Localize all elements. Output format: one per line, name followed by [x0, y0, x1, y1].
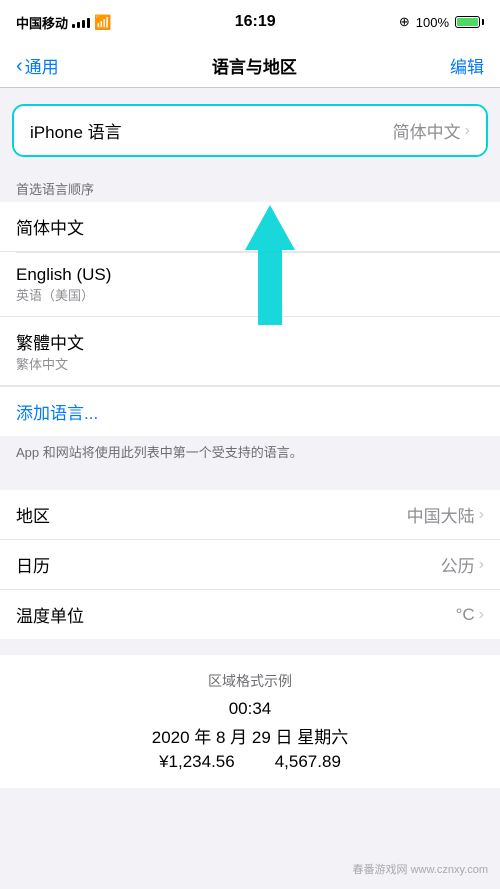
- iphone-language-value: 简体中文: [393, 118, 461, 143]
- wifi-icon: 📶: [94, 14, 111, 31]
- carrier-label: 中国移动: [16, 13, 68, 32]
- page-title: 语言与地区: [212, 53, 297, 78]
- temperature-chevron-icon: ›: [479, 606, 484, 624]
- region-value-group: 中国大陆 ›: [407, 502, 484, 527]
- lang-item-2-secondary: 英语（美国）: [16, 285, 111, 304]
- lang-item-2-primary: English (US): [16, 265, 111, 285]
- battery-tip: [482, 19, 484, 25]
- status-left: 中国移动 📶: [16, 13, 111, 32]
- add-language-row[interactable]: 添加语言...: [0, 386, 500, 436]
- add-language-label: 添加语言...: [16, 404, 98, 423]
- battery-icon: [455, 16, 484, 28]
- lang-item-3-content: 繁體中文 繁体中文: [16, 329, 84, 373]
- calendar-row[interactable]: 日历 公历 ›: [0, 540, 500, 590]
- region-settings-section: 地区 中国大陆 › 日历 公历 › 温度单位 °C ›: [0, 490, 500, 639]
- lang-item-3[interactable]: 繁體中文 繁体中文: [0, 317, 500, 386]
- temperature-value: °C: [456, 605, 475, 625]
- region-label: 地区: [16, 502, 50, 527]
- back-chevron-icon: ‹: [16, 56, 23, 76]
- watermark: 春番游戏网 www.cznxy.com: [353, 861, 488, 877]
- calendar-value-group: 公历 ›: [441, 552, 484, 577]
- signal-bar-1: [72, 24, 75, 28]
- lang-item-1[interactable]: 简体中文: [0, 202, 500, 252]
- nav-bar: ‹ 通用 语言与地区 编辑: [0, 44, 500, 88]
- signal-bar-2: [77, 22, 80, 28]
- iphone-language-label: iPhone 语言: [30, 118, 122, 143]
- format-number-2: 4,567.89: [275, 752, 341, 772]
- lang-item-2[interactable]: English (US) 英语（美国）: [0, 253, 500, 317]
- region-value: 中国大陆: [407, 502, 475, 527]
- preferred-lang-section-label: 首选语言顺序: [0, 173, 500, 202]
- signal-bar-3: [82, 20, 85, 28]
- charge-icon: ⊕: [399, 14, 410, 30]
- status-right: ⊕ 100%: [399, 14, 484, 30]
- calendar-chevron-icon: ›: [479, 556, 484, 574]
- back-button[interactable]: ‹ 通用: [16, 53, 59, 78]
- calendar-value: 公历: [441, 552, 475, 577]
- format-example-time: 00:34: [16, 699, 484, 719]
- lang-item-1-content: 简体中文: [16, 214, 84, 239]
- format-number-1: ¥1,234.56: [159, 752, 235, 772]
- preferred-lang-info: App 和网站将使用此列表中第一个受支持的语言。: [0, 436, 500, 474]
- iphone-language-card[interactable]: iPhone 语言 简体中文 ›: [12, 104, 488, 157]
- lang-item-2-content: English (US) 英语（美国）: [16, 265, 111, 304]
- temperature-row[interactable]: 温度单位 °C ›: [0, 590, 500, 639]
- battery-fill: [457, 18, 478, 26]
- format-example-section: 区域格式示例 00:34 2020 年 8 月 29 日 星期六 ¥1,234.…: [0, 655, 500, 788]
- edit-button[interactable]: 编辑: [450, 53, 484, 78]
- lang-item-3-primary: 繁體中文: [16, 329, 84, 354]
- battery-body: [455, 16, 480, 28]
- preferred-lang-section: 首选语言顺序 简体中文 English (US) 英语（美国） 繁體中文 繁体中…: [0, 173, 500, 474]
- temperature-label: 温度单位: [16, 602, 84, 627]
- signal-bars: [72, 16, 90, 28]
- status-time: 16:19: [235, 13, 276, 31]
- format-example-numbers: ¥1,234.56 4,567.89: [16, 752, 484, 772]
- format-example-title: 区域格式示例: [16, 671, 484, 691]
- calendar-label: 日历: [16, 552, 50, 577]
- lang-item-3-secondary: 繁体中文: [16, 354, 84, 373]
- battery-percent: 100%: [416, 15, 449, 30]
- iphone-language-chevron-icon: ›: [465, 122, 470, 140]
- iphone-language-row[interactable]: iPhone 语言 简体中文 ›: [14, 106, 486, 155]
- back-label: 通用: [25, 53, 59, 78]
- preferred-lang-list: 简体中文 English (US) 英语（美国） 繁體中文 繁体中文 添加语言.…: [0, 202, 500, 436]
- status-bar: 中国移动 📶 16:19 ⊕ 100%: [0, 0, 500, 44]
- temperature-value-group: °C ›: [456, 605, 484, 625]
- lang-item-1-primary: 简体中文: [16, 214, 84, 239]
- format-example-date: 2020 年 8 月 29 日 星期六: [16, 723, 484, 748]
- iphone-language-value-group: 简体中文 ›: [393, 118, 470, 143]
- signal-bar-4: [87, 18, 90, 28]
- region-chevron-icon: ›: [479, 506, 484, 524]
- region-row[interactable]: 地区 中国大陆 ›: [0, 490, 500, 540]
